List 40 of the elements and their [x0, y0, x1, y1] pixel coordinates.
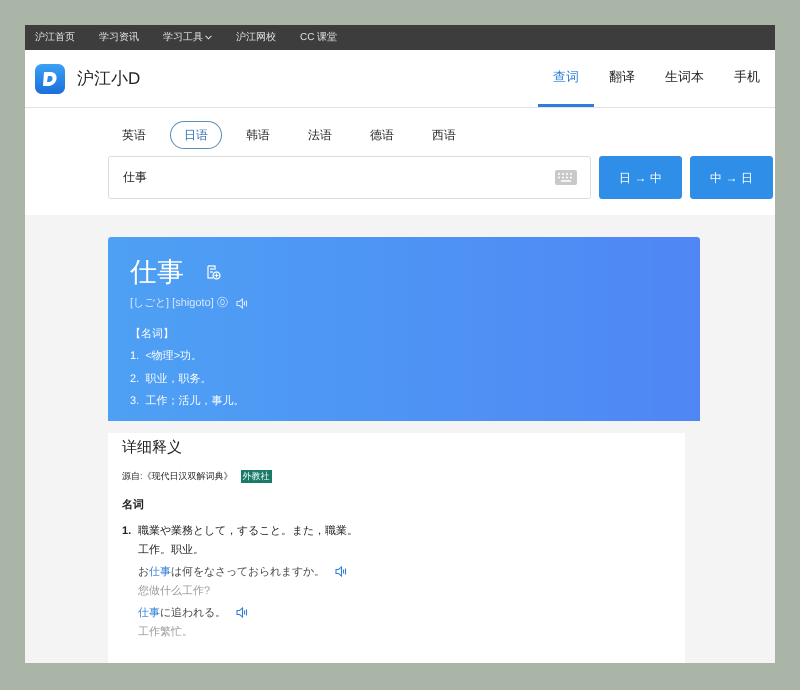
entry-number: 1. — [122, 524, 132, 538]
meaning: 3. 工作；活儿，事儿。 — [130, 394, 246, 409]
part-of-speech: 名词 — [122, 498, 145, 513]
meaning: 1. <物理>功。 — [130, 349, 204, 364]
example-translation: 工作繁忙。 — [138, 624, 194, 638]
top-nav-link[interactable]: CC 课堂 — [300, 30, 338, 45]
top-nav-link[interactable]: 学习工具 — [163, 30, 212, 45]
top-nav-link[interactable]: 学习资讯 — [99, 30, 139, 45]
search-field[interactable]: 仕事 — [108, 156, 591, 199]
logo-icon — [35, 64, 65, 94]
language-tab[interactable]: 西语 — [418, 121, 470, 149]
speaker-icon[interactable] — [236, 298, 248, 309]
add-to-wordbook-icon[interactable] — [206, 264, 221, 280]
definition: 職業や業務として，すること。また，職業。 — [138, 524, 358, 538]
definition-translation: 工作。职业。 — [138, 542, 205, 556]
publisher-tag: 外教社 — [240, 470, 272, 483]
top-nav-link[interactable]: 沪江首页 — [35, 30, 75, 45]
main-tab[interactable]: 生词本 — [650, 50, 719, 107]
speaker-icon[interactable] — [236, 607, 248, 618]
language-tab[interactable]: 日语 — [170, 121, 222, 149]
pronunciation: [しごと] [shigoto] ⓪ — [130, 296, 228, 311]
language-tab[interactable]: 德语 — [356, 121, 408, 149]
main-tab[interactable]: 手机 — [719, 50, 775, 107]
meaning: 2. 职业，职务。 — [130, 372, 212, 386]
example-translation: 您做什么工作? — [138, 584, 212, 598]
main-tab[interactable]: 翻译 — [594, 50, 650, 107]
example-sentence: 仕事に追われる。 — [138, 606, 226, 620]
keyboard-icon[interactable] — [555, 170, 577, 185]
headword: 仕事 — [130, 256, 184, 289]
language-tab[interactable]: 法语 — [294, 121, 346, 149]
example-sentence: お仕事は何をなさっておられますか。 — [138, 564, 325, 578]
brand-name: 沪江小D — [77, 68, 140, 90]
top-nav-link[interactable]: 沪江网校 — [236, 30, 276, 45]
source-text: 源自:《现代日汉双解词典》 — [122, 470, 233, 482]
part-of-speech: 【名词】 — [130, 326, 175, 342]
language-tab[interactable]: 韩语 — [232, 121, 284, 149]
section-title: 详细释义 — [122, 438, 183, 458]
chevron-down-icon — [205, 35, 212, 40]
speaker-icon[interactable] — [335, 566, 347, 577]
language-tab[interactable]: 英语 — [108, 121, 160, 149]
